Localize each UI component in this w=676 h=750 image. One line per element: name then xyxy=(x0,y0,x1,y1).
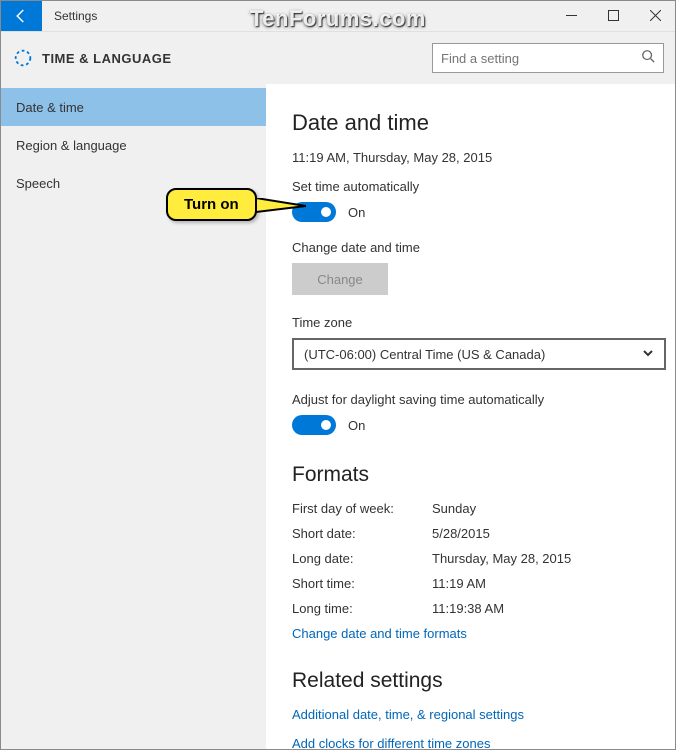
annotation-callout: Turn on xyxy=(166,188,257,221)
callout-tail-icon xyxy=(256,198,306,223)
search-input[interactable] xyxy=(441,51,641,66)
sidebar: Date & time Region & language Speech xyxy=(0,84,266,750)
page-title: Date and time xyxy=(292,110,650,136)
back-button[interactable] xyxy=(0,0,42,31)
sidebar-item-label: Region & language xyxy=(16,138,127,153)
search-icon xyxy=(641,49,655,68)
maximize-button[interactable] xyxy=(592,0,634,31)
format-row: Long date:Thursday, May 28, 2015 xyxy=(292,551,650,566)
related-link-clocks[interactable]: Add clocks for different time zones xyxy=(292,736,650,750)
dst-toggle[interactable] xyxy=(292,415,336,435)
timezone-label: Time zone xyxy=(292,315,650,330)
minimize-button[interactable] xyxy=(550,0,592,31)
current-datetime: 11:19 AM, Thursday, May 28, 2015 xyxy=(292,150,650,165)
close-button[interactable] xyxy=(634,0,676,31)
format-row: Short time:11:19 AM xyxy=(292,576,650,591)
search-box[interactable] xyxy=(432,43,664,73)
section-title: TIME & LANGUAGE xyxy=(42,51,172,66)
format-row: Long time:11:19:38 AM xyxy=(292,601,650,616)
chevron-down-icon xyxy=(642,347,654,362)
change-formats-link[interactable]: Change date and time formats xyxy=(292,626,650,641)
window-title: Settings xyxy=(42,0,109,31)
format-row: Short date:5/28/2015 xyxy=(292,526,650,541)
header: TIME & LANGUAGE xyxy=(0,32,676,84)
maximize-icon xyxy=(608,10,619,21)
set-auto-state: On xyxy=(348,205,365,220)
timezone-select[interactable]: (UTC-06:00) Central Time (US & Canada) xyxy=(292,338,666,370)
sidebar-item-label: Date & time xyxy=(16,100,84,115)
arrow-left-icon xyxy=(12,7,30,25)
timezone-value: (UTC-06:00) Central Time (US & Canada) xyxy=(304,347,642,362)
main-content: Date and time 11:19 AM, Thursday, May 28… xyxy=(266,84,676,750)
sidebar-item-region-language[interactable]: Region & language xyxy=(0,126,266,164)
formats-heading: Formats xyxy=(292,463,650,487)
titlebar: Settings xyxy=(0,0,676,32)
gear-icon xyxy=(12,47,34,69)
related-heading: Related settings xyxy=(292,669,650,693)
change-button: Change xyxy=(292,263,388,295)
change-date-label: Change date and time xyxy=(292,240,650,255)
minimize-icon xyxy=(566,10,577,21)
sidebar-item-date-time[interactable]: Date & time xyxy=(0,88,266,126)
format-row: First day of week:Sunday xyxy=(292,501,650,516)
dst-label: Adjust for daylight saving time automati… xyxy=(292,392,650,407)
related-link-additional[interactable]: Additional date, time, & regional settin… xyxy=(292,707,650,722)
formats-table: First day of week:Sunday Short date:5/28… xyxy=(292,501,650,616)
callout-text: Turn on xyxy=(166,188,257,221)
dst-state: On xyxy=(348,418,365,433)
sidebar-item-label: Speech xyxy=(16,176,60,191)
set-auto-label: Set time automatically xyxy=(292,179,650,194)
close-icon xyxy=(650,10,661,21)
